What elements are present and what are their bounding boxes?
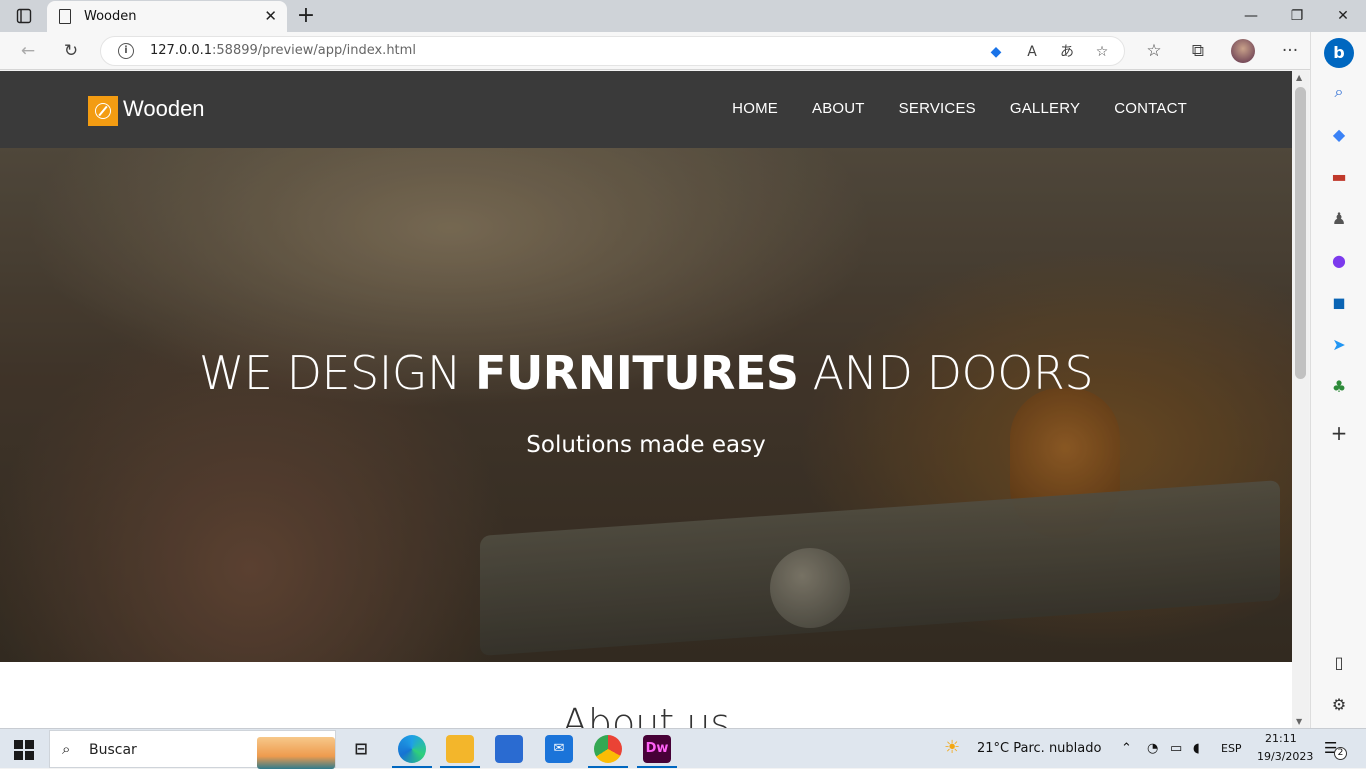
page-scrollbar[interactable]: ▲ ▼: [1292, 71, 1309, 728]
task-view-icon[interactable]: ⊟: [347, 735, 375, 763]
hide-sidebar-icon[interactable]: ▯: [1327, 651, 1351, 675]
add-favorite-icon[interactable]: ☆: [1091, 41, 1113, 63]
back-arrow-icon[interactable]: ←: [15, 38, 41, 64]
office-icon[interactable]: ●: [1327, 249, 1351, 273]
scroll-down-icon[interactable]: ▼: [1296, 717, 1302, 726]
shopping-icon[interactable]: ◆: [1327, 123, 1351, 147]
edge-sidebar: b ⌕ ◆ ▬ ♟ ● ◼ ➤ ♣ + ▯ ⚙: [1310, 32, 1366, 728]
compass-logo-icon[interactable]: [88, 96, 118, 126]
page-viewport: Wooden HOME ABOUT SERVICES GALLERY CONTA…: [0, 71, 1292, 728]
browser-tab[interactable]: Wooden ✕: [47, 1, 287, 32]
hero-banner: WE DESIGN FURNITURES AND DOORS Solutions…: [0, 148, 1292, 662]
hero-subtitle: Solutions made easy: [526, 432, 766, 458]
bing-chat-icon[interactable]: b: [1324, 38, 1354, 68]
restore-button[interactable]: ❐: [1274, 4, 1320, 28]
tab-strip: Wooden ✕ + — ❐ ✕: [0, 0, 1366, 32]
tab-title: Wooden: [84, 9, 137, 24]
shopping-tag-icon[interactable]: ◆: [985, 41, 1007, 63]
add-sidebar-app-icon[interactable]: +: [1327, 421, 1351, 445]
page-favicon-icon: [59, 9, 71, 24]
tree-icon[interactable]: ♣: [1327, 375, 1351, 399]
hero-title: WE DESIGN FURNITURES AND DOORS: [198, 346, 1094, 400]
taskbar-search-box[interactable]: ⌕ Buscar: [49, 730, 336, 769]
weather-icon[interactable]: ☀: [944, 737, 960, 758]
edge-taskbar-icon[interactable]: [398, 735, 426, 763]
sidebar-settings-gear-icon[interactable]: ⚙: [1327, 693, 1351, 717]
more-menu-icon[interactable]: ···: [1277, 38, 1303, 64]
network-icon[interactable]: ◔: [1147, 741, 1158, 756]
refresh-icon[interactable]: ↻: [58, 38, 84, 64]
chevron-up-icon[interactable]: ⌃: [1121, 741, 1132, 756]
scroll-thumb[interactable]: [1295, 87, 1306, 379]
mail-icon[interactable]: ✉: [545, 735, 573, 763]
main-nav: HOME ABOUT SERVICES GALLERY CONTACT: [732, 100, 1187, 117]
site-info-icon[interactable]: i: [118, 43, 134, 59]
outlook-icon[interactable]: ◼: [1327, 291, 1351, 315]
address-bar[interactable]: i 127.0.0.1:58899/preview/app/index.html…: [100, 36, 1125, 66]
weather-text[interactable]: 21°C Parc. nublado: [977, 741, 1101, 756]
translate-icon[interactable]: あ: [1056, 41, 1078, 63]
close-window-button[interactable]: ✕: [1320, 4, 1366, 28]
taskbar-search-placeholder: Buscar: [89, 742, 137, 758]
new-tab-button[interactable]: +: [294, 3, 318, 28]
browser-toolbar: ← ↻ i 127.0.0.1:58899/preview/app/index.…: [0, 32, 1366, 70]
scroll-up-icon[interactable]: ▲: [1296, 73, 1302, 82]
clock-date[interactable]: 19/3/2023: [1257, 750, 1313, 763]
favorites-icon[interactable]: ☆: [1141, 38, 1167, 64]
windows-taskbar: ⌕ Buscar ⊟ ✉ Dw ☀ 21°C Parc. nublado ⌃ ◔…: [0, 728, 1366, 769]
tab-close-icon[interactable]: ✕: [264, 7, 277, 25]
drop-send-icon[interactable]: ➤: [1327, 333, 1351, 357]
search-highlight-image: [257, 737, 335, 769]
read-aloud-icon[interactable]: A: [1021, 41, 1043, 63]
nav-item-home[interactable]: HOME: [732, 100, 778, 117]
volume-icon[interactable]: ◖: [1193, 741, 1200, 756]
battery-icon[interactable]: ▭: [1170, 741, 1182, 756]
chrome-icon[interactable]: [594, 735, 622, 763]
windows-start-icon[interactable]: [14, 740, 34, 760]
games-icon[interactable]: ♟: [1327, 207, 1351, 231]
tab-actions-icon[interactable]: [8, 4, 40, 28]
site-header: Wooden HOME ABOUT SERVICES GALLERY CONTA…: [0, 71, 1292, 148]
nav-item-about[interactable]: ABOUT: [812, 100, 865, 117]
file-explorer-icon[interactable]: [446, 735, 474, 763]
brand-name[interactable]: Wooden: [123, 96, 205, 122]
clock-time[interactable]: 21:11: [1265, 732, 1297, 745]
search-icon[interactable]: ⌕: [1327, 80, 1351, 104]
collections-icon[interactable]: ⧉: [1185, 38, 1211, 64]
notification-count-badge: 2: [1334, 747, 1347, 760]
language-indicator[interactable]: ESP: [1221, 742, 1242, 755]
tools-icon[interactable]: ▬: [1327, 165, 1351, 189]
nav-item-contact[interactable]: CONTACT: [1114, 100, 1187, 117]
store-icon[interactable]: [495, 735, 523, 763]
nav-item-gallery[interactable]: GALLERY: [1010, 100, 1080, 117]
nav-item-services[interactable]: SERVICES: [899, 100, 976, 117]
minimize-button[interactable]: —: [1228, 4, 1274, 28]
search-icon: ⌕: [62, 740, 71, 758]
profile-avatar[interactable]: [1231, 39, 1255, 63]
about-heading: About us: [561, 701, 731, 728]
url-text[interactable]: 127.0.0.1:58899/preview/app/index.html: [150, 43, 416, 58]
dreamweaver-icon[interactable]: Dw: [643, 735, 671, 763]
